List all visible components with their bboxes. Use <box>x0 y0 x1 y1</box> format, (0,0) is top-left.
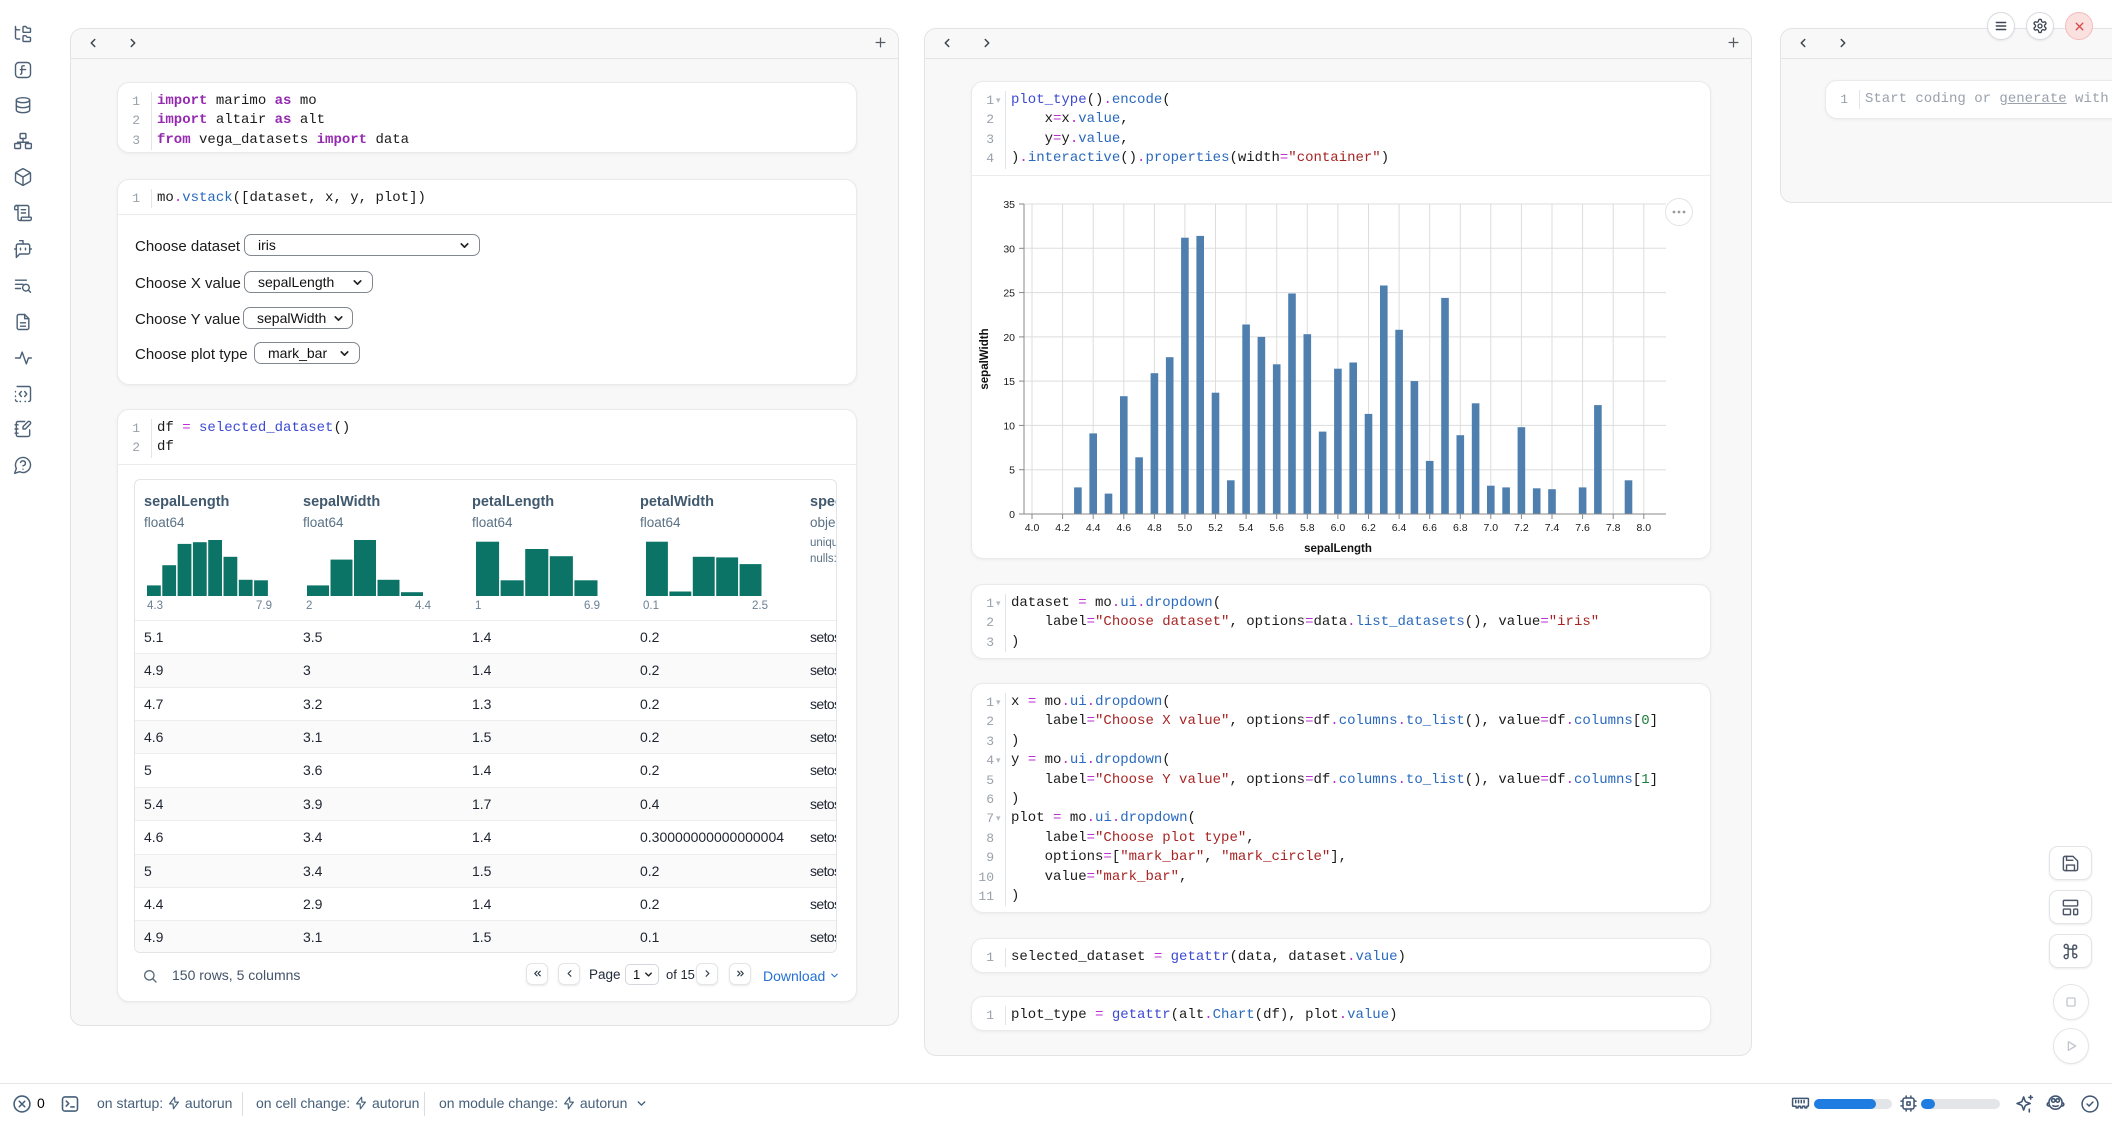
svg-text:sepalWidth: sepalWidth <box>979 328 991 389</box>
svg-text:4.4: 4.4 <box>1086 522 1101 534</box>
svg-text:4.0: 4.0 <box>1025 522 1040 534</box>
svg-text:7.6: 7.6 <box>1575 522 1590 534</box>
svg-text:7.4: 7.4 <box>1545 522 1560 534</box>
svg-text:15: 15 <box>1003 376 1015 388</box>
svg-text:5.4: 5.4 <box>1239 522 1254 534</box>
svg-text:5.0: 5.0 <box>1178 522 1193 534</box>
svg-text:30: 30 <box>1003 243 1015 255</box>
svg-text:6.0: 6.0 <box>1331 522 1346 534</box>
svg-text:5: 5 <box>1009 464 1015 476</box>
svg-text:0: 0 <box>1009 509 1015 521</box>
svg-text:4.6: 4.6 <box>1116 522 1131 534</box>
svg-text:5.6: 5.6 <box>1269 522 1284 534</box>
svg-text:35: 35 <box>1003 199 1015 211</box>
svg-text:5.2: 5.2 <box>1208 522 1223 534</box>
svg-text:sepalLength: sepalLength <box>1304 543 1372 555</box>
svg-text:6.4: 6.4 <box>1392 522 1407 534</box>
svg-text:4.2: 4.2 <box>1055 522 1070 534</box>
svg-text:6.8: 6.8 <box>1453 522 1468 534</box>
svg-text:7.2: 7.2 <box>1514 522 1529 534</box>
svg-text:10: 10 <box>1003 420 1015 432</box>
svg-text:7.0: 7.0 <box>1483 522 1498 534</box>
svg-text:25: 25 <box>1003 287 1015 299</box>
svg-text:6.2: 6.2 <box>1361 522 1376 534</box>
svg-text:6.6: 6.6 <box>1422 522 1437 534</box>
svg-text:8.0: 8.0 <box>1636 522 1651 534</box>
svg-text:5.8: 5.8 <box>1300 522 1315 534</box>
svg-text:20: 20 <box>1003 332 1015 344</box>
svg-text:7.8: 7.8 <box>1606 522 1621 534</box>
svg-text:4.8: 4.8 <box>1147 522 1162 534</box>
